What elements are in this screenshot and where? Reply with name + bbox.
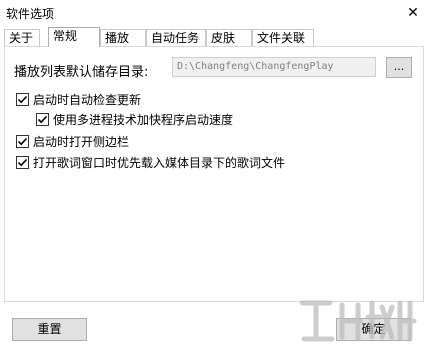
- general-tab-panel: [4, 46, 424, 302]
- checkmark-icon: [17, 95, 28, 104]
- playlist-dir-label: 播放列表默认储存目录:: [14, 65, 149, 80]
- option-lyrics-media-dir[interactable]: 打开歌词窗口时优先载入媒体目录下的歌词文件: [16, 154, 285, 171]
- option-open-sidebar[interactable]: 启动时打开侧边栏: [16, 133, 129, 150]
- window-title: 软件选项: [6, 7, 55, 21]
- option-label: 启动时自动检查更新: [33, 93, 142, 107]
- option-multi-process[interactable]: 使用多进程技术加快程序启动速度: [36, 111, 233, 128]
- tab-about[interactable]: 关于: [4, 29, 40, 46]
- tab-auto-tasks[interactable]: 自动任务: [146, 29, 206, 46]
- checkbox[interactable]: [16, 135, 29, 148]
- tab-strip: 关于 常规 播放 自动任务 皮肤 文件关联: [4, 27, 422, 47]
- reset-button[interactable]: 重置: [12, 318, 87, 341]
- checkbox[interactable]: [16, 93, 29, 106]
- download-site-logo: [299, 300, 417, 342]
- checkbox[interactable]: [36, 113, 49, 126]
- checkmark-icon: [37, 115, 48, 124]
- tab-skin[interactable]: 皮肤: [206, 29, 252, 46]
- option-auto-check-update[interactable]: 启动时自动检查更新: [16, 91, 141, 108]
- checkmark-icon: [17, 158, 28, 167]
- browse-button[interactable]: ...: [386, 57, 412, 78]
- playlist-dir-field[interactable]: D:\Changfeng\ChangfengPlay: [172, 57, 376, 77]
- checkmark-icon: [17, 137, 28, 146]
- close-button[interactable]: ✕: [398, 0, 428, 26]
- checkbox[interactable]: [16, 156, 29, 169]
- title-bar: 软件选项 ✕: [0, 0, 428, 26]
- option-label: 使用多进程技术加快程序启动速度: [53, 113, 234, 127]
- tab-file-association[interactable]: 文件关联: [252, 29, 314, 46]
- tab-general[interactable]: 常规: [48, 27, 100, 47]
- option-label: 打开歌词窗口时优先载入媒体目录下的歌词文件: [33, 156, 286, 170]
- option-label: 启动时打开侧边栏: [33, 135, 130, 149]
- tab-playback[interactable]: 播放: [100, 29, 146, 46]
